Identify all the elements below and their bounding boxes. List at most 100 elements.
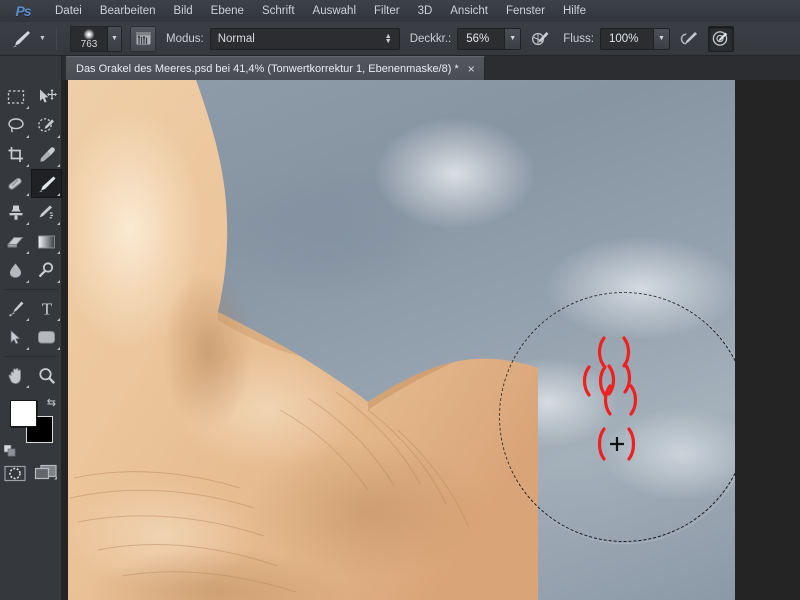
- screen-mode-icon[interactable]: [34, 464, 58, 487]
- tool-clone-stamp[interactable]: [0, 198, 31, 227]
- magnifier-icon: [38, 367, 56, 385]
- dodge-icon: [37, 262, 56, 279]
- tool-healing-brush[interactable]: [0, 169, 31, 198]
- tool-submenu-corner: [26, 385, 29, 388]
- hand-icon: [7, 367, 25, 385]
- flow-value[interactable]: 100%: [600, 28, 654, 50]
- blur-drop-icon: [7, 262, 24, 279]
- menu-item-ebene[interactable]: Ebene: [202, 0, 253, 22]
- menu-item-bearbeiten[interactable]: Bearbeiten: [91, 0, 165, 22]
- opacity-value[interactable]: 56%: [457, 28, 505, 50]
- mode-label: Modus:: [166, 33, 204, 45]
- tool-submenu-corner: [26, 280, 29, 283]
- tool-history-brush[interactable]: [31, 198, 62, 227]
- tool-pen[interactable]: [0, 294, 31, 323]
- tool-submenu-corner: [57, 251, 60, 254]
- opacity-chevron-icon[interactable]: ▼: [505, 28, 521, 50]
- tool-submenu-corner: [57, 347, 60, 350]
- color-swatches: ⇆: [0, 396, 62, 458]
- foreground-color-swatch[interactable]: [10, 400, 37, 427]
- lasso-icon: [7, 117, 25, 134]
- tool-brush[interactable]: [31, 169, 62, 198]
- tool-submenu-corner: [57, 193, 60, 196]
- menu-item-auswahl[interactable]: Auswahl: [304, 0, 365, 22]
- marquee-icon: [7, 89, 25, 105]
- tool-submenu-corner: [26, 193, 29, 196]
- tool-submenu-corner: [57, 222, 60, 225]
- tools-divider-2: [4, 356, 58, 357]
- path-arrow-icon: [8, 329, 23, 346]
- tools-grid: T: [0, 56, 62, 390]
- opacity-control[interactable]: 56% ▼: [457, 28, 521, 50]
- tool-eraser[interactable]: [0, 227, 31, 256]
- type-icon: T: [39, 300, 55, 317]
- rounded-rectangle-icon: [37, 330, 56, 345]
- tool-submenu-corner: [26, 164, 29, 167]
- quick-mask-icon[interactable]: [4, 465, 26, 487]
- svg-text:T: T: [41, 300, 52, 317]
- size-pressure-toggle-button[interactable]: [708, 26, 734, 52]
- move-icon: [37, 88, 57, 105]
- brush-preset-chevron-icon[interactable]: ▼: [107, 27, 121, 51]
- brush-tip-preview-icon: [84, 29, 95, 40]
- tool-submenu-corner: [26, 222, 29, 225]
- tool-gradient[interactable]: [31, 227, 62, 256]
- current-tool-icon[interactable]: [6, 26, 36, 52]
- tool-preset-chevron-icon[interactable]: ▼: [36, 26, 49, 52]
- menu-item-hilfe[interactable]: Hilfe: [554, 0, 595, 22]
- swap-colors-icon[interactable]: ⇆: [47, 396, 56, 409]
- document-canvas[interactable]: [68, 80, 735, 600]
- close-icon[interactable]: ×: [468, 64, 475, 74]
- menu-item-bild[interactable]: Bild: [164, 0, 201, 22]
- tools-panel: T: [0, 56, 62, 600]
- tool-submenu-corner: [26, 318, 29, 321]
- tool-rectangle-shape[interactable]: [31, 323, 62, 352]
- tool-zoom[interactable]: [31, 361, 62, 390]
- blend-mode-stepper-icon[interactable]: ▲▼: [385, 34, 394, 44]
- tool-path-selection[interactable]: [0, 323, 31, 352]
- tool-lasso[interactable]: [0, 111, 31, 140]
- brush-size-display[interactable]: 763: [71, 27, 107, 51]
- tool-submenu-corner: [26, 106, 29, 109]
- menu-item-3d[interactable]: 3D: [409, 0, 442, 22]
- toolbar-bottom-controls: [0, 464, 62, 487]
- tool-dodge[interactable]: [31, 256, 62, 285]
- tool-rectangular-marquee[interactable]: [0, 82, 31, 111]
- toggle-brush-panel-button[interactable]: [130, 26, 156, 52]
- menu-bar: Ps Datei Bearbeiten Bild Ebene Schrift A…: [0, 0, 800, 22]
- tool-move[interactable]: [31, 82, 62, 111]
- healing-brush-icon: [6, 175, 25, 192]
- tool-hand[interactable]: [0, 361, 31, 390]
- tool-options-bar: ▼ 763 ▼ Modus: Normal ▲▼ Dec: [0, 22, 800, 56]
- tool-eyedropper[interactable]: [31, 140, 62, 169]
- blend-mode-select[interactable]: Normal ▲▼: [210, 28, 400, 50]
- tool-submenu-corner: [57, 280, 60, 283]
- opacity-pressure-toggle[interactable]: [527, 26, 553, 52]
- tool-crop[interactable]: [0, 140, 31, 169]
- menu-item-ansicht[interactable]: Ansicht: [441, 0, 497, 22]
- tool-blur[interactable]: [0, 256, 31, 285]
- tool-type[interactable]: T: [31, 294, 62, 323]
- airbrush-toggle-button[interactable]: [676, 26, 702, 52]
- tool-quick-selection[interactable]: [31, 111, 62, 140]
- crop-icon: [7, 146, 25, 163]
- flow-label: Fluss:: [563, 33, 594, 45]
- flow-chevron-icon[interactable]: ▼: [654, 28, 670, 50]
- pen-icon: [7, 300, 25, 317]
- menu-item-datei[interactable]: Datei: [46, 0, 91, 22]
- tool-submenu-corner: [26, 347, 29, 350]
- menu-item-schrift[interactable]: Schrift: [253, 0, 304, 22]
- menu-item-filter[interactable]: Filter: [365, 0, 409, 22]
- tool-submenu-corner: [26, 251, 29, 254]
- red-annotation-marks: [68, 80, 735, 600]
- canvas-area[interactable]: [62, 80, 800, 600]
- default-colors-icon[interactable]: [4, 444, 16, 456]
- tool-submenu-corner: [57, 135, 60, 138]
- document-tab-bar: Das Orakel des Meeres.psd bei 41,4% (Ton…: [62, 56, 800, 80]
- menu-item-fenster[interactable]: Fenster: [497, 0, 554, 22]
- brush-preset-picker[interactable]: 763 ▼: [70, 26, 122, 52]
- document-tab[interactable]: Das Orakel des Meeres.psd bei 41,4% (Ton…: [66, 56, 485, 80]
- brush-icon: [37, 175, 57, 193]
- flow-control[interactable]: 100% ▼: [600, 28, 670, 50]
- tool-submenu-corner: [57, 164, 60, 167]
